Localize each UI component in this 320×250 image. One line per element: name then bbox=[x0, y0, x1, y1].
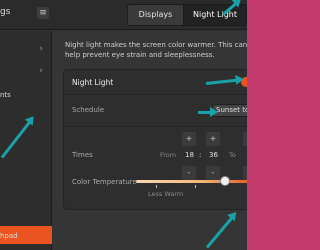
divider bbox=[64, 94, 247, 95]
header-bar: gs ≡ Displays Night Light bbox=[0, 0, 247, 30]
chevron-right-icon: › bbox=[39, 66, 43, 76]
hour-decrease-button[interactable]: - bbox=[182, 166, 196, 180]
to-hour-decrease-button[interactable]: - bbox=[243, 166, 247, 180]
sidebar-item-touchpad[interactable]: hpad bbox=[0, 226, 52, 248]
to-label: To bbox=[229, 151, 236, 159]
night-light-label: Night Light bbox=[72, 78, 114, 87]
slider-tick bbox=[156, 185, 157, 188]
settings-window: gs ≡ Displays Night Light › › nts hpad N… bbox=[0, 0, 247, 250]
divider bbox=[64, 126, 247, 127]
color-temperature-slider[interactable] bbox=[136, 180, 247, 183]
schedule-label: Schedule bbox=[72, 106, 105, 114]
night-light-description: Night light makes the screen color warme… bbox=[65, 41, 247, 59]
to-hour-increase-button[interactable]: + bbox=[243, 132, 247, 146]
sidebar: › › nts hpad bbox=[0, 31, 52, 250]
slider-handle[interactable] bbox=[219, 176, 230, 186]
sidebar-item-label: nts bbox=[0, 91, 11, 99]
from-minute-value[interactable]: 36 bbox=[209, 151, 218, 159]
annotation-arrow-icon bbox=[198, 107, 218, 117]
main-content: Night light makes the screen color warme… bbox=[53, 31, 247, 250]
from-hour-value[interactable]: 18 bbox=[185, 151, 194, 159]
slider-tick bbox=[195, 185, 196, 188]
time-separator: : bbox=[199, 151, 202, 159]
less-warm-label: Less Warm bbox=[148, 190, 184, 198]
night-light-panel: Night Light Schedule Sunset to Sunrise T… bbox=[63, 69, 247, 210]
color-temperature-label: Color Temperature bbox=[72, 178, 137, 186]
tab-displays[interactable]: Displays bbox=[128, 5, 184, 25]
minute-decrease-button[interactable]: - bbox=[206, 166, 220, 180]
sidebar-item-label: hpad bbox=[0, 232, 18, 240]
chevron-right-icon: › bbox=[39, 44, 43, 54]
sidebar-item-3[interactable]: nts bbox=[0, 85, 52, 107]
tab-night-light[interactable]: Night Light bbox=[184, 5, 246, 25]
minute-increase-button[interactable]: + bbox=[206, 132, 220, 146]
times-label: Times bbox=[72, 151, 93, 159]
sidebar-item-2[interactable]: › bbox=[0, 61, 52, 83]
window-title: gs bbox=[0, 7, 11, 17]
hamburger-icon[interactable]: ≡ bbox=[37, 7, 49, 19]
from-label: From bbox=[160, 151, 177, 159]
hour-increase-button[interactable]: + bbox=[182, 132, 196, 146]
sidebar-item-1[interactable]: › bbox=[0, 39, 52, 61]
